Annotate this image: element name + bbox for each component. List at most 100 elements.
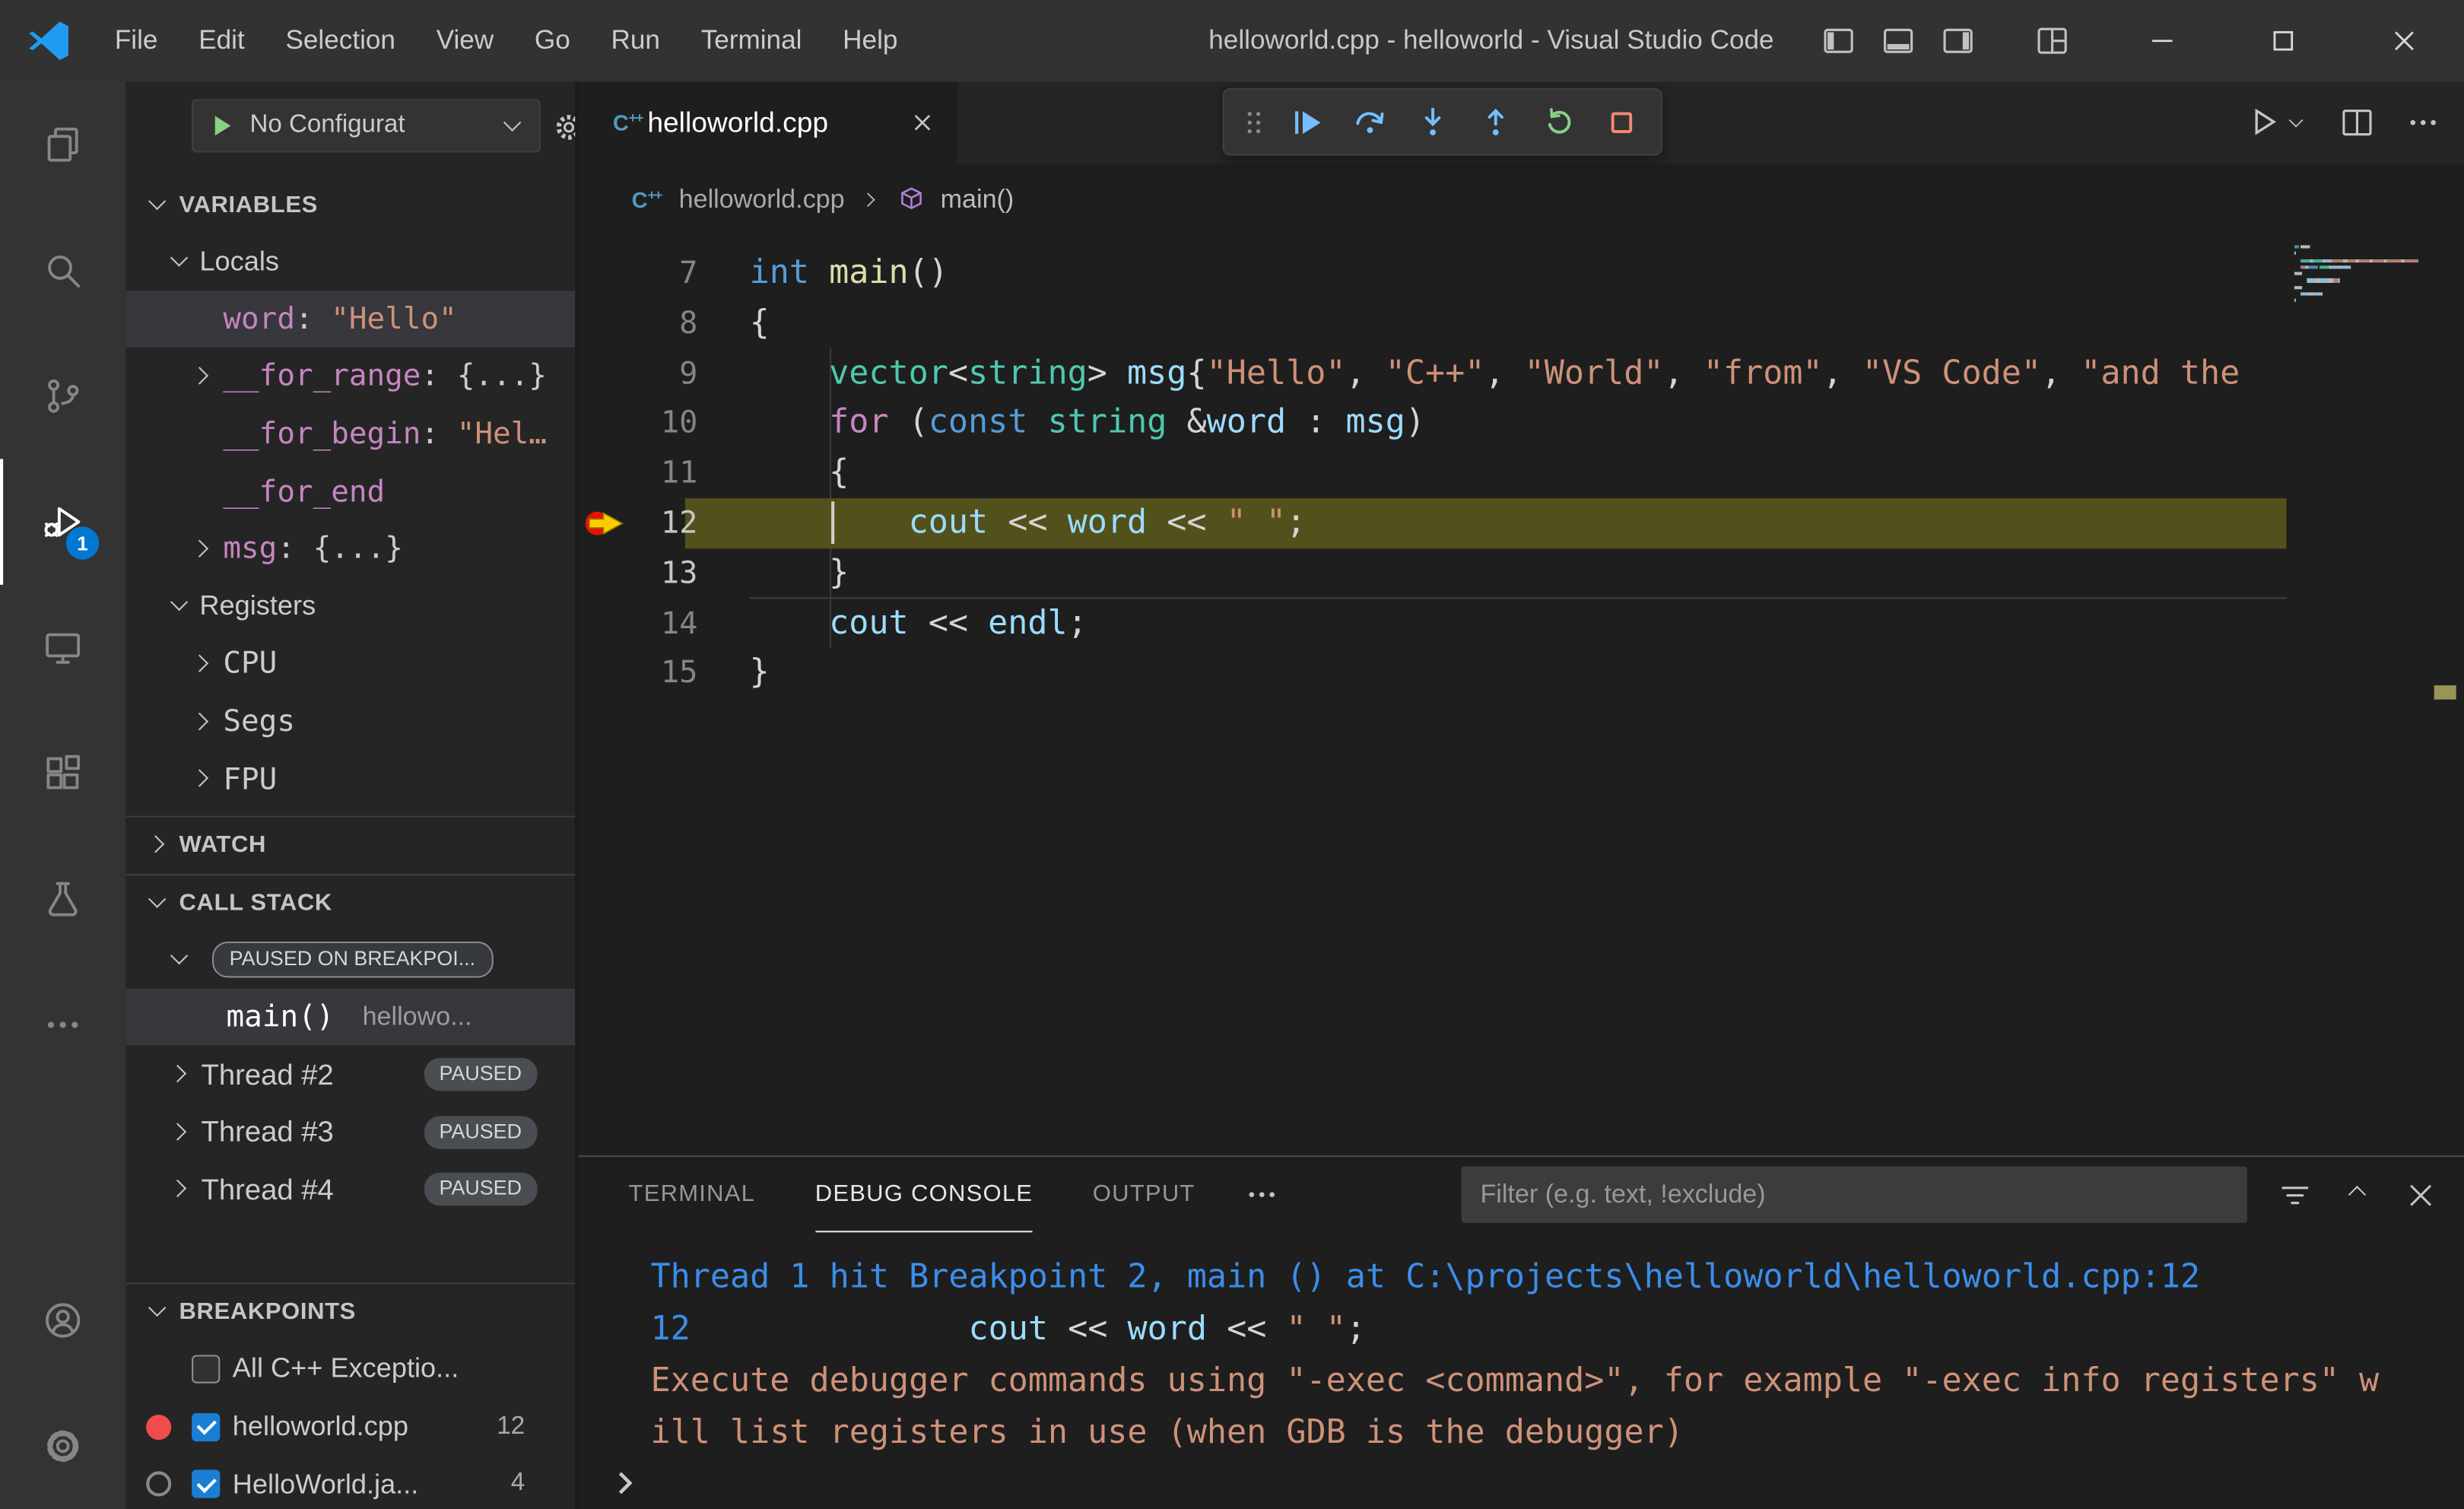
code-line[interactable]: 10 for (const string &word : msg) xyxy=(578,399,2464,449)
chevron-down-icon[interactable] xyxy=(167,593,193,620)
breakpoint-gutter[interactable] xyxy=(578,399,628,449)
menu-edit[interactable]: Edit xyxy=(178,25,265,56)
chevron-down-icon[interactable] xyxy=(167,946,193,973)
remote-explorer-icon[interactable] xyxy=(0,585,125,710)
search-icon[interactable] xyxy=(0,208,125,333)
breadcrumb-symbol[interactable]: main() xyxy=(941,185,1014,214)
panel-more-actions-icon[interactable] xyxy=(1243,1176,1281,1214)
line-number[interactable]: 8 xyxy=(629,298,697,348)
breakpoint-row[interactable]: helloworld.cpp 12 xyxy=(125,1398,575,1456)
tab-helloworld-cpp[interactable]: C++ helloworld.cpp xyxy=(578,81,959,164)
close-panel-icon[interactable] xyxy=(2402,1177,2439,1213)
panel-tab-debug-console[interactable]: DEBUG CONSOLE xyxy=(814,1157,1034,1233)
code-line[interactable]: 15} xyxy=(578,648,2464,698)
minimize-button[interactable] xyxy=(2101,0,2222,81)
chevron-right-icon[interactable] xyxy=(144,832,171,859)
call-stack-section-header[interactable]: CALL STACK xyxy=(125,873,576,931)
breakpoint-row[interactable]: HelloWorld.ja... 4 xyxy=(125,1456,575,1509)
variable-row[interactable]: __for_begin: "Hel… xyxy=(125,405,575,463)
step-into-button[interactable] xyxy=(1405,94,1459,149)
more-views-icon[interactable] xyxy=(0,962,125,1088)
chevron-down-icon[interactable] xyxy=(144,191,171,218)
code-line[interactable]: 9 vector<string> msg{"Hello", "C++", "Wo… xyxy=(578,348,2464,399)
close-tab-icon[interactable] xyxy=(903,103,941,141)
breakpoint-gutter[interactable] xyxy=(578,448,628,498)
debug-console-input[interactable] xyxy=(578,1459,2464,1506)
chevron-right-icon[interactable] xyxy=(167,1119,193,1145)
menu-view[interactable]: View xyxy=(416,25,514,56)
thread-row[interactable]: Thread #4 PAUSED xyxy=(125,1161,575,1218)
breakpoint-checkbox[interactable] xyxy=(192,1412,221,1441)
debug-config-dropdown[interactable]: No Configurat xyxy=(192,99,541,153)
debug-current-line-icon[interactable] xyxy=(578,498,628,548)
line-number[interactable]: 9 xyxy=(629,348,697,399)
run-and-debug-icon[interactable]: 1 xyxy=(0,459,125,585)
editor-more-actions-icon[interactable] xyxy=(2404,103,2442,141)
register-group-row[interactable]: FPU xyxy=(125,751,575,809)
code-line[interactable]: 7 int main() xyxy=(578,249,2464,299)
toggle-secondary-sidebar-icon[interactable] xyxy=(1939,22,1977,60)
filter-results-icon[interactable] xyxy=(2277,1177,2313,1213)
code-editor[interactable]: 7 int main() 8{9 vector<string> msg{"Hello… xyxy=(578,236,2464,1168)
debug-settings-gear-icon[interactable] xyxy=(551,110,576,145)
breakpoint-checkbox[interactable] xyxy=(192,1469,221,1498)
watch-section-header[interactable]: WATCH xyxy=(125,815,576,873)
code-line[interactable]: 8{ xyxy=(578,298,2464,348)
menu-help[interactable]: Help xyxy=(822,25,918,56)
breakpoint-gutter[interactable] xyxy=(578,648,628,698)
explorer-icon[interactable] xyxy=(0,81,125,207)
thread-row[interactable]: Thread #3 PAUSED xyxy=(125,1104,575,1161)
settings-gear-icon[interactable] xyxy=(0,1384,125,1509)
chevron-down-icon[interactable] xyxy=(167,248,193,275)
scope-locals-row[interactable]: Locals xyxy=(125,233,575,291)
run-or-debug-button[interactable] xyxy=(2246,103,2310,141)
line-number[interactable]: 13 xyxy=(629,548,698,599)
split-editor-icon[interactable] xyxy=(2339,103,2377,141)
menu-file[interactable]: File xyxy=(94,25,178,56)
register-group-row[interactable]: Segs xyxy=(125,693,575,751)
scope-registers-row[interactable]: Registers xyxy=(125,578,575,636)
chevron-right-icon[interactable] xyxy=(189,708,215,735)
panel-tab-terminal[interactable]: TERMINAL xyxy=(629,1157,756,1232)
toggle-panel-icon[interactable] xyxy=(1879,22,1917,60)
chevron-right-icon[interactable] xyxy=(167,1177,193,1203)
chevron-right-icon[interactable] xyxy=(189,651,215,678)
line-number[interactable]: 11 xyxy=(629,448,698,498)
chevron-down-icon[interactable] xyxy=(144,1299,171,1326)
accounts-icon[interactable] xyxy=(0,1257,125,1383)
extensions-icon[interactable] xyxy=(0,710,125,836)
breakpoint-checkbox[interactable] xyxy=(192,1355,221,1384)
restart-button[interactable] xyxy=(1531,94,1586,149)
line-number[interactable]: 14 xyxy=(629,599,698,649)
code-line[interactable]: 14 cout << endl; xyxy=(578,599,2464,649)
breakpoint-gutter[interactable] xyxy=(578,298,628,348)
line-number[interactable]: 10 xyxy=(629,399,698,449)
minimap[interactable] xyxy=(2294,245,2430,1167)
chevron-down-icon[interactable] xyxy=(144,889,171,916)
line-number[interactable]: 7 xyxy=(629,249,697,299)
line-number[interactable]: 15 xyxy=(629,648,698,698)
menu-go[interactable]: Go xyxy=(514,25,591,56)
breakpoint-gutter[interactable] xyxy=(578,548,628,599)
toggle-primary-sidebar-icon[interactable] xyxy=(1820,22,1858,60)
maximize-panel-icon[interactable] xyxy=(2345,1177,2371,1212)
code-line[interactable]: 12 cout << word << " "; xyxy=(578,498,2464,548)
thread-row[interactable]: Thread #2 PAUSED xyxy=(125,1046,575,1104)
variable-row[interactable]: msg: {...} xyxy=(125,520,575,578)
panel-tab-output[interactable]: OUTPUT xyxy=(1093,1157,1195,1232)
chevron-right-icon[interactable] xyxy=(189,363,215,389)
start-debugging-icon[interactable] xyxy=(206,110,237,141)
stop-button[interactable] xyxy=(1593,94,1648,149)
step-out-button[interactable] xyxy=(1468,94,1523,149)
breakpoint-gutter[interactable] xyxy=(578,348,628,399)
breakpoint-row[interactable]: All C++ Exceptio... xyxy=(125,1340,575,1398)
call-stack-session-row[interactable]: PAUSED ON BREAKPOI... xyxy=(125,931,575,989)
breakpoints-section-header[interactable]: BREAKPOINTS xyxy=(125,1282,576,1341)
variable-row[interactable]: word: "Hello" xyxy=(125,290,576,348)
menu-terminal[interactable]: Terminal xyxy=(681,25,822,56)
menu-selection[interactable]: Selection xyxy=(265,25,416,56)
continue-button[interactable] xyxy=(1279,94,1334,149)
chevron-right-icon[interactable] xyxy=(189,766,215,793)
code-line[interactable]: 11 { xyxy=(578,448,2464,498)
stack-frame-row[interactable]: main() hellowo... xyxy=(125,988,576,1047)
